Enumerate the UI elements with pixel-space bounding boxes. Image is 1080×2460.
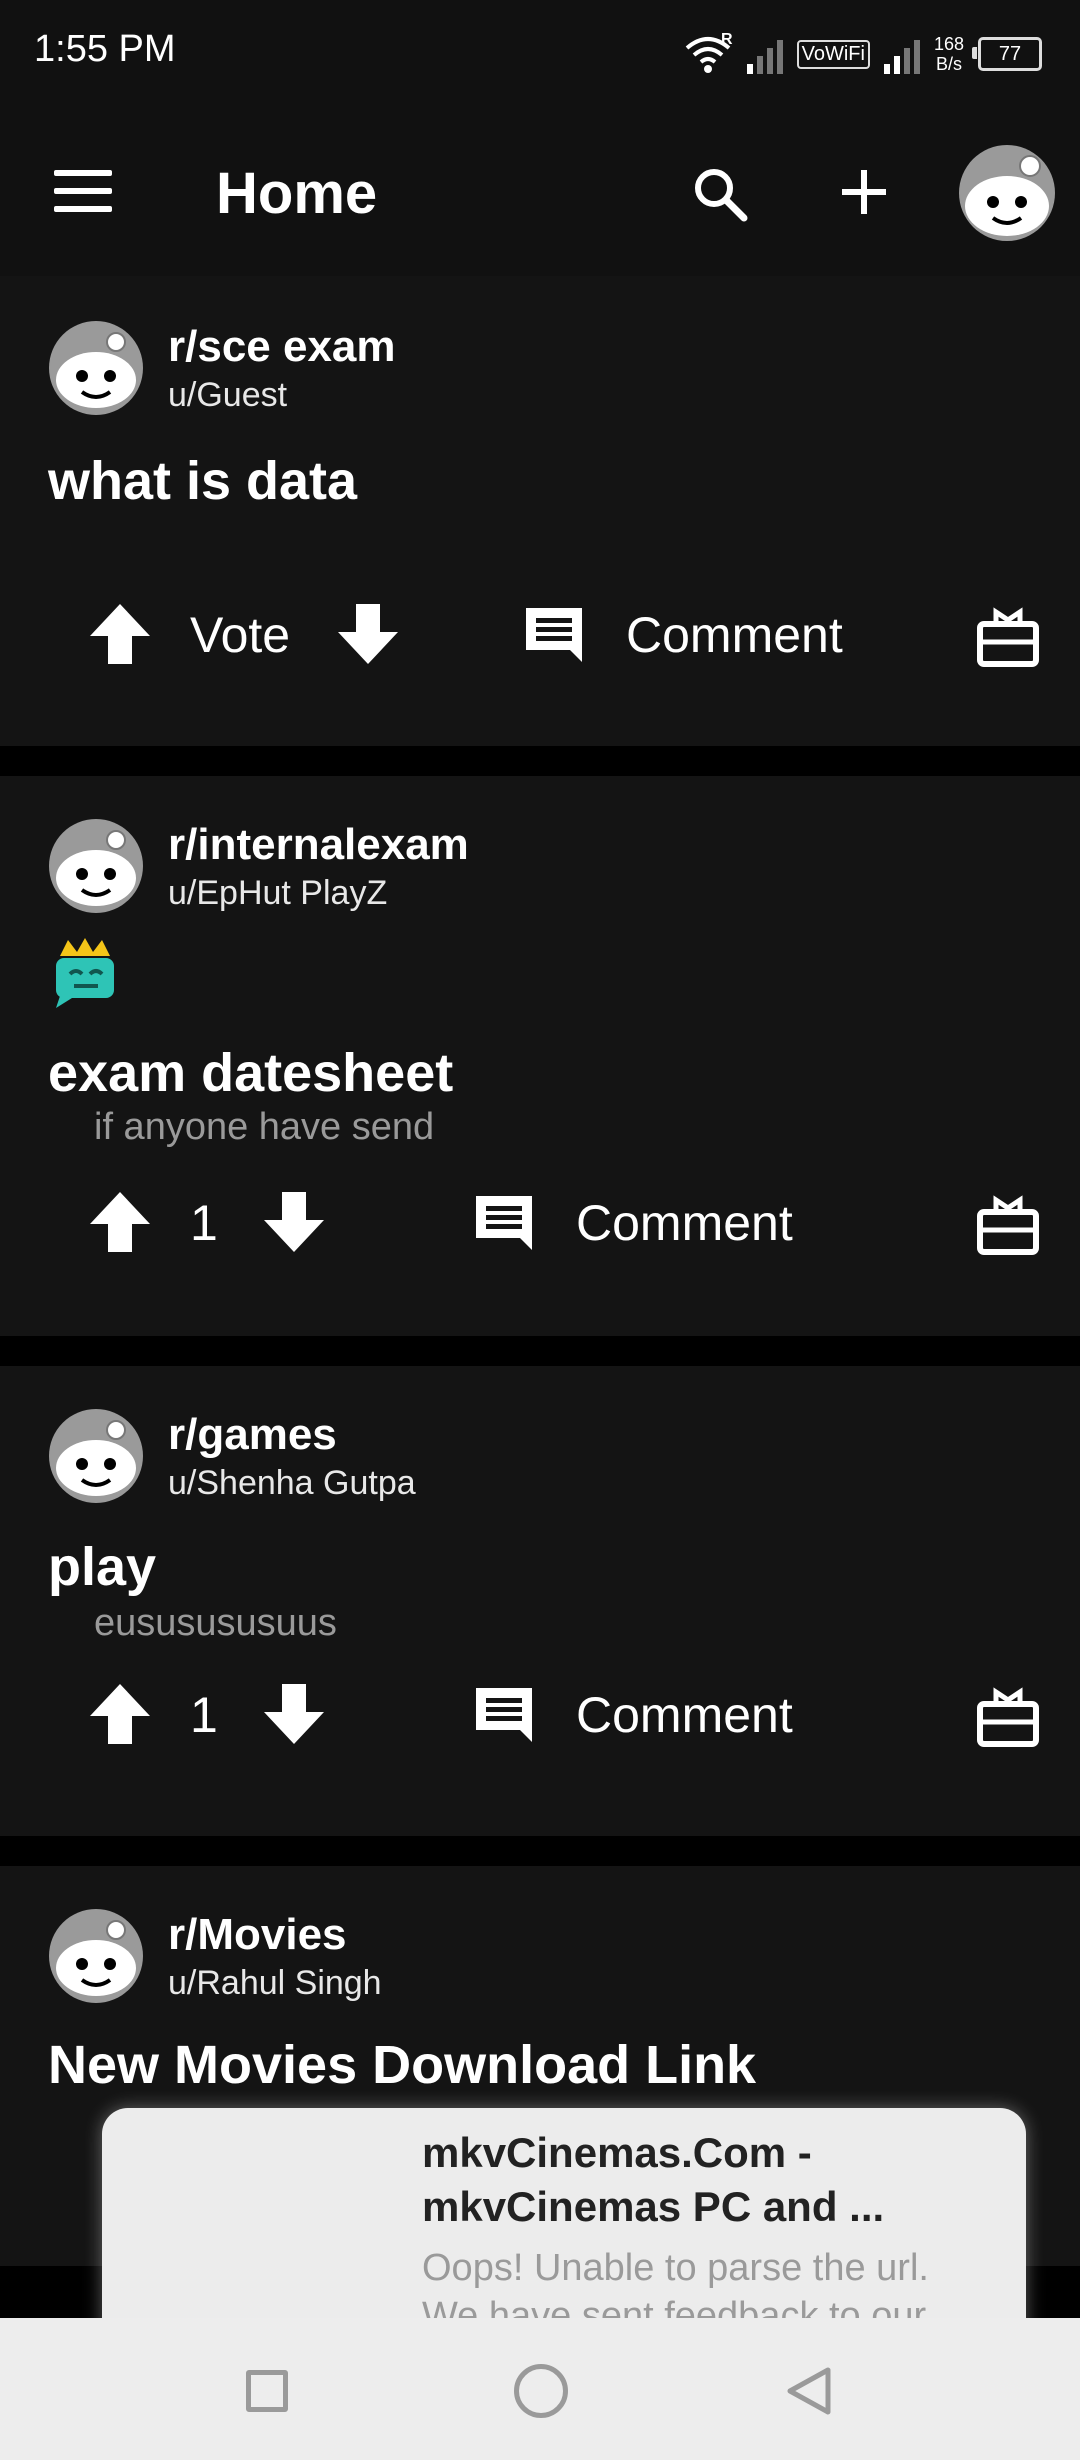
menu-icon[interactable] — [54, 170, 112, 214]
upvote-icon[interactable] — [88, 1190, 152, 1254]
downvote-icon[interactable] — [262, 1190, 326, 1254]
status-time: 1:55 PM — [34, 28, 176, 70]
post-title[interactable]: play — [48, 1536, 156, 1598]
vote-count: Vote — [190, 607, 291, 663]
post-card[interactable]: r/internalexam u/EpHut PlayZ exam datesh… — [0, 776, 1080, 1336]
speed-unit: B/s — [935, 54, 962, 74]
post-actions: 1 Comment — [0, 1176, 1080, 1266]
post-separator — [0, 1336, 1080, 1366]
award-icon[interactable] — [976, 1192, 1040, 1256]
link-title-line2: mkvCinemas PC and ... — [422, 2183, 885, 2230]
post-title[interactable]: exam datesheet — [48, 1042, 453, 1104]
award-icon[interactable] — [976, 604, 1040, 668]
upvote-icon[interactable] — [88, 602, 152, 666]
plus-icon[interactable] — [836, 164, 892, 220]
subreddit-avatar[interactable] — [48, 1908, 144, 2004]
comment-button[interactable]: Comment — [626, 606, 843, 664]
post-actions: Vote Comment — [0, 588, 1080, 678]
subreddit-avatar[interactable] — [48, 320, 144, 416]
battery-icon: 77 — [972, 37, 1042, 71]
post-body[interactable]: eususususuus — [94, 1602, 337, 1645]
post-author[interactable]: u/Rahul Singh — [168, 1964, 382, 2003]
comment-button[interactable]: Comment — [576, 1194, 793, 1252]
crown-chat-icon — [56, 938, 114, 1008]
comment-icon[interactable] — [472, 1192, 536, 1256]
post-separator — [0, 746, 1080, 776]
back-button[interactable] — [782, 2364, 836, 2418]
feed: r/sce exam u/Guest what is data Vote Com… — [0, 276, 1080, 2266]
page-title: Home — [216, 161, 378, 226]
subreddit-avatar[interactable] — [48, 1408, 144, 1504]
network-speed: 168 B/s — [934, 34, 964, 74]
subreddit-name[interactable]: r/games — [168, 1410, 337, 1460]
post-separator — [0, 1836, 1080, 1866]
speed-value: 168 — [933, 34, 964, 54]
link-desc-line1: Oops! Unable to parse the url. — [422, 2247, 929, 2289]
roaming-indicator: R — [721, 32, 733, 48]
avatar[interactable] — [958, 144, 1056, 242]
signal-icon-2 — [883, 34, 920, 74]
downvote-icon[interactable] — [262, 1682, 326, 1746]
search-icon[interactable] — [690, 164, 750, 224]
wifi-icon: R — [685, 32, 733, 73]
post-title[interactable]: New Movies Download Link — [48, 2034, 756, 2096]
signal-icon — [746, 34, 783, 74]
status-bar: 1:55 PM R VoWiFi 168 B/s 77 — [0, 0, 1080, 108]
upvote-icon[interactable] — [88, 1682, 152, 1746]
system-nav-bar — [0, 2318, 1080, 2460]
home-button[interactable] — [514, 2364, 568, 2418]
post-author[interactable]: u/Shenha Gutpa — [168, 1464, 416, 1503]
subreddit-avatar[interactable] — [48, 818, 144, 914]
comment-icon[interactable] — [472, 1684, 536, 1748]
link-title-line1: mkvCinemas.Com - — [422, 2129, 812, 2176]
vowifi-badge: VoWiFi — [796, 39, 870, 69]
battery-level: 77 — [998, 42, 1022, 65]
vote-count: 1 — [190, 1687, 218, 1743]
post-title[interactable]: what is data — [48, 450, 357, 512]
subreddit-name[interactable]: r/internalexam — [168, 820, 469, 870]
vote-count: 1 — [190, 1195, 218, 1251]
post-actions: 1 Comment — [0, 1668, 1080, 1758]
app-bar: Home — [0, 108, 1080, 276]
award-icon[interactable] — [976, 1684, 1040, 1748]
status-icons: R VoWiFi 168 B/s 77 — [683, 26, 1042, 82]
post-body[interactable]: if anyone have send — [94, 1106, 434, 1149]
subreddit-name[interactable]: r/Movies — [168, 1910, 347, 1960]
post-card[interactable]: r/games u/Shenha Gutpa play eususususuus… — [0, 1366, 1080, 1836]
post-author[interactable]: u/EpHut PlayZ — [168, 874, 387, 913]
post-card[interactable]: r/sce exam u/Guest what is data Vote Com… — [0, 276, 1080, 746]
downvote-icon[interactable] — [336, 602, 400, 666]
link-title[interactable]: mkvCinemas.Com - mkvCinemas PC and ... — [422, 2126, 1002, 2234]
recents-button[interactable] — [246, 2370, 288, 2412]
comment-button[interactable]: Comment — [576, 1686, 793, 1744]
comment-icon[interactable] — [522, 604, 586, 668]
post-author[interactable]: u/Guest — [168, 376, 287, 415]
subreddit-name[interactable]: r/sce exam — [168, 322, 396, 372]
